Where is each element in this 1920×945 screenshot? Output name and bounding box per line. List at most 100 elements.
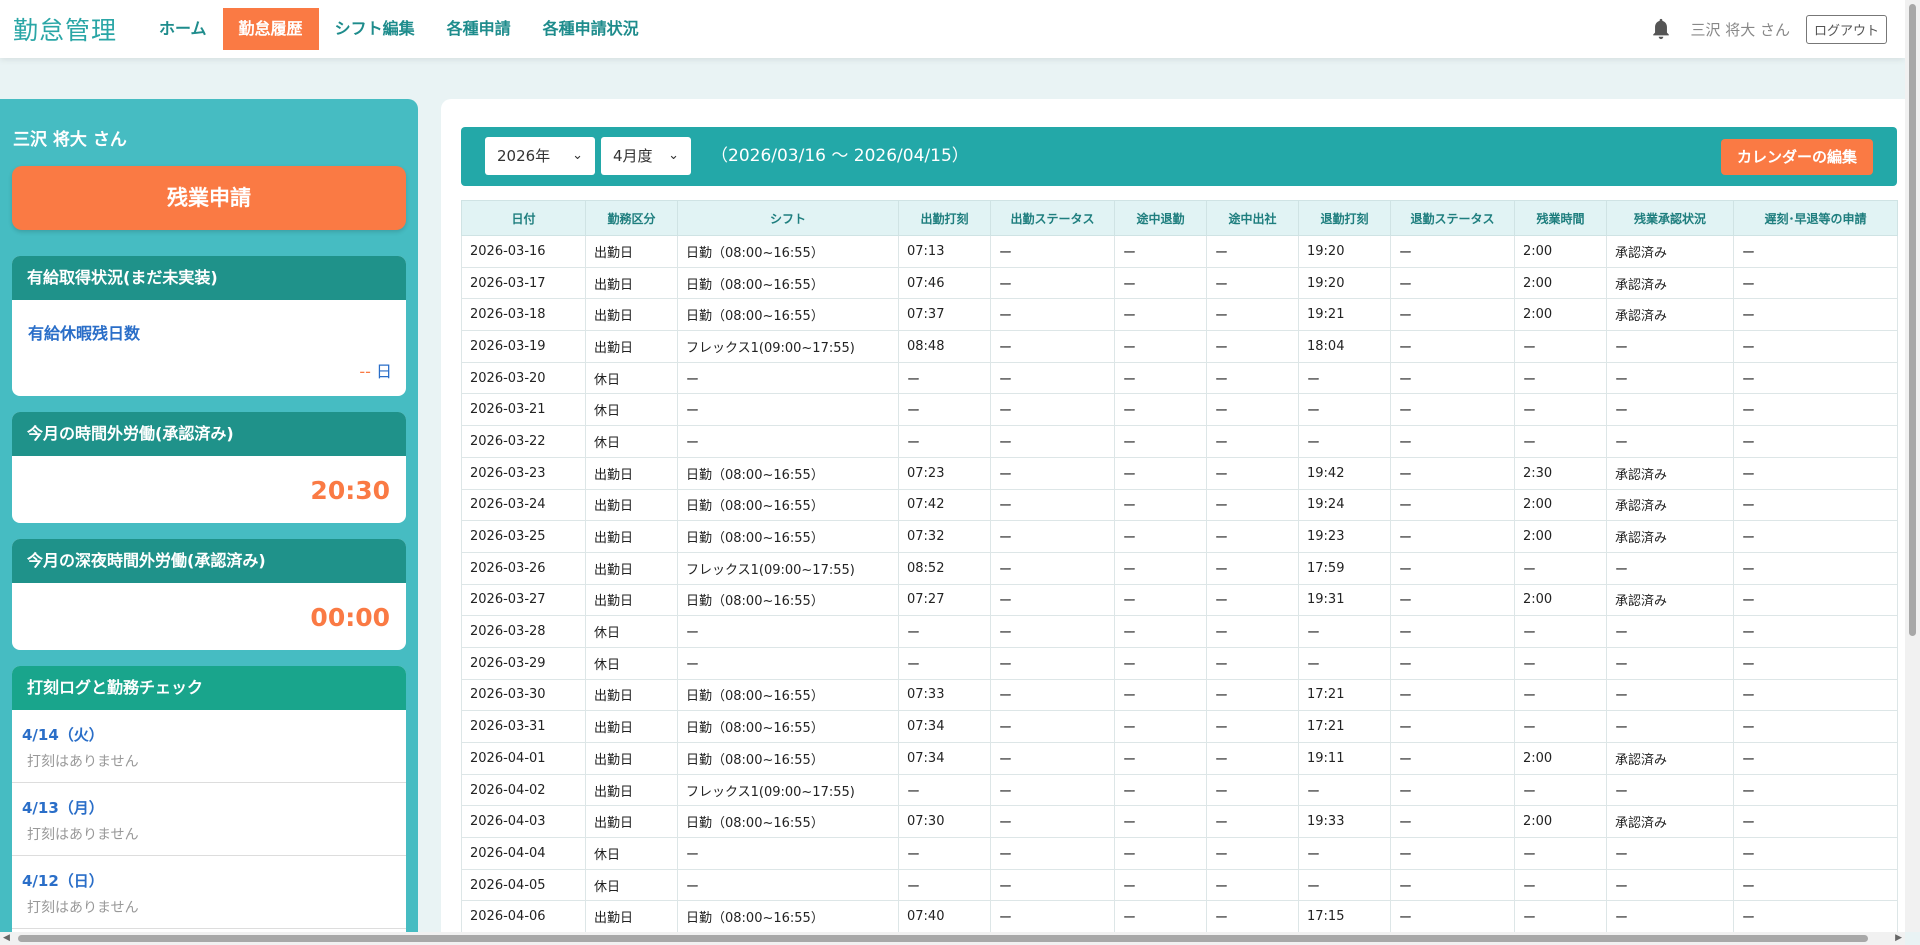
table-row[interactable]: 2026-03-30 出勤日 日勤（08:00~16:55） 07:33 ーーー 17:2… (461, 678, 1898, 712)
table-row[interactable]: 2026-04-01 出勤日 日勤（08:00~16:55） 07:34 ーーー 19:1… (461, 742, 1898, 775)
table-cell: ー (1733, 298, 1898, 332)
attendance-table: 日付 勤務区分 シフト 出勤打刻 出勤ステータス 途中退勤 途中出社 退勤打刻 退勤ステータス残… (461, 200, 1898, 934)
nav-application-status[interactable]: 各種申請状況 (527, 8, 655, 50)
table-cell: ー (1298, 361, 1391, 395)
table-cell: 2026-03-25 (461, 520, 586, 553)
table-cell: ー (1733, 425, 1898, 458)
table-cell: ー (1114, 456, 1207, 490)
table-row[interactable]: 2026-04-04 休日ーーーーーーーーーー (461, 837, 1898, 870)
table-row[interactable]: 2026-03-20 休日ーーーーーーーーーー (461, 361, 1898, 395)
table-cell: 2026-03-21 (461, 393, 586, 427)
table-cell: 2026-03-29 (461, 646, 586, 680)
table-cell: 出勤日 (585, 488, 678, 522)
table-row[interactable]: 2026-03-24 出勤日 日勤（08:00~16:55） 07:42 ーーー 19:2… (461, 488, 1898, 522)
horizontal-scroll-thumb[interactable] (18, 935, 1868, 942)
table-row[interactable]: 2026-04-02 出勤日 フレックス1(09:00~17:55) ーーーーーーーー… (461, 773, 1898, 807)
month-select-value: 4月度 (613, 147, 653, 165)
table-cell: ー (1733, 837, 1898, 870)
table-row[interactable]: 2026-04-03 出勤日 日勤（08:00~16:55） 07:30 ーーー 19:3… (461, 805, 1898, 839)
table-body: 2026-03-16 出勤日 日勤（08:00~16:55） 07:13 ーーー 19:2… (461, 235, 1898, 934)
table-cell: ー (1206, 520, 1299, 553)
table-cell: ー (898, 646, 991, 680)
table-cell: ー (1114, 551, 1207, 585)
table-cell: ー (1390, 742, 1515, 775)
logout-button[interactable]: ログアウト (1805, 14, 1887, 44)
table-cell: 08:48 (898, 330, 991, 363)
table-row[interactable]: 2026-04-05 休日ーーーーーーーーーー (461, 868, 1898, 902)
table-cell: ー (990, 805, 1115, 839)
table-cell: ー (1206, 266, 1299, 300)
vertical-scroll-thumb[interactable] (1909, 4, 1916, 636)
table-cell: ー (990, 298, 1115, 332)
year-select[interactable]: 2026年 ⌄ (485, 137, 595, 175)
table-row[interactable]: 2026-03-26 出勤日 フレックス1(09:00~17:55) 08:52 ーーー… (461, 551, 1898, 585)
paid-leave-days: -- 日 (359, 358, 392, 382)
table-row[interactable]: 2026-03-23 出勤日 日勤（08:00~16:55） 07:23 ーーー 19:4… (461, 456, 1898, 490)
table-cell: ー (1390, 646, 1515, 680)
table-cell: 17:21 (1298, 678, 1391, 712)
table-row[interactable]: 2026-03-25 出勤日 日勤（08:00~16:55） 07:32 ーーー 19:2… (461, 520, 1898, 553)
table-cell: ー (1390, 551, 1515, 585)
scroll-right-icon[interactable]: ▶ (1895, 932, 1902, 945)
bell-icon[interactable] (1650, 17, 1672, 41)
table-cell: ー (1514, 678, 1607, 712)
table-cell: ー (1606, 646, 1734, 680)
table-cell: 日勤（08:00~16:55） (677, 678, 899, 712)
table-cell: ー (1206, 710, 1299, 743)
table-cell: ー (1114, 837, 1207, 870)
table-cell: 日勤（08:00~16:55） (677, 456, 899, 490)
column-header: 途中退勤 (1114, 200, 1207, 236)
log-item[interactable]: 4/12（日） 打刻はありません (12, 856, 406, 929)
table-cell: 2026-03-24 (461, 488, 586, 522)
table-cell: ー (1606, 868, 1734, 902)
table-cell: 休日 (585, 425, 678, 458)
table-cell: 19:24 (1298, 488, 1391, 522)
table-cell: 出勤日 (585, 900, 678, 934)
table-row[interactable]: 2026-03-31 出勤日 日勤（08:00~16:55） 07:34 ーーー 17:2… (461, 710, 1898, 743)
table-row[interactable]: 2026-03-22 休日ーーーーーーーーーー (461, 425, 1898, 458)
nav-applications[interactable]: 各種申請 (431, 8, 527, 50)
column-header: 日付 (461, 200, 586, 236)
scroll-left-icon[interactable]: ◀ (3, 932, 10, 945)
month-select[interactable]: 4月度 ⌄ (601, 137, 691, 175)
table-cell: ー (990, 393, 1115, 427)
table-cell: ー (677, 425, 899, 458)
table-cell: ー (1390, 805, 1515, 839)
table-cell: 出勤日 (585, 710, 678, 743)
nav-home[interactable]: ホーム (143, 8, 223, 50)
table-cell: ー (1733, 456, 1898, 490)
table-cell: ー (1390, 900, 1515, 934)
log-item[interactable]: 4/13（月） 打刻はありません (12, 783, 406, 856)
table-row[interactable]: 2026-04-06 出勤日 日勤（08:00~16:55） 07:40 ーーー 17:1… (461, 900, 1898, 934)
table-row[interactable]: 2026-03-19 出勤日 フレックス1(09:00~17:55) 08:48 ーーー… (461, 330, 1898, 363)
table-row[interactable]: 2026-03-18 出勤日 日勤（08:00~16:55） 07:37 ーーー 19:2… (461, 298, 1898, 332)
vertical-scrollbar[interactable] (1905, 0, 1920, 932)
table-cell: ー (990, 551, 1115, 585)
table-cell: ー (1298, 646, 1391, 680)
table-row[interactable]: 2026-03-27 出勤日 日勤（08:00~16:55） 07:27 ーーー 19:3… (461, 583, 1898, 617)
paid-leave-title: 有給取得状況(まだ未実装) (12, 256, 406, 300)
table-cell: 出勤日 (585, 773, 678, 807)
table-cell: ー (1114, 646, 1207, 680)
table-cell: ー (990, 742, 1115, 775)
log-item[interactable]: 4/14（火） 打刻はありません (12, 710, 406, 783)
table-row[interactable]: 2026-03-17 出勤日 日勤（08:00~16:55） 07:46 ーーー 19:2… (461, 266, 1898, 300)
nav-shift-edit[interactable]: シフト編集 (319, 8, 431, 50)
overtime-month-card: 今月の時間外労働(承認済み) 20:30 (12, 412, 406, 523)
horizontal-scrollbar[interactable]: ◀ ▶ (0, 932, 1905, 945)
nav-attendance-history[interactable]: 勤怠履歴 (222, 8, 319, 50)
table-cell: 承認済み (1606, 520, 1734, 553)
table-row[interactable]: 2026-03-29 休日ーーーーーーーーーー (461, 646, 1898, 680)
table-cell: ー (1206, 646, 1299, 680)
brand-logo[interactable]: 勤怠管理 (13, 11, 117, 47)
overtime-request-button[interactable]: 残業申請 (12, 166, 406, 230)
table-cell: ー (1514, 710, 1607, 743)
table-row[interactable]: 2026-03-28 休日ーーーーーーーーーー (461, 615, 1898, 648)
table-cell: 承認済み (1606, 488, 1734, 522)
table-cell: 17:21 (1298, 710, 1391, 743)
table-cell: ー (1298, 393, 1391, 427)
table-row[interactable]: 2026-03-16 出勤日 日勤（08:00~16:55） 07:13 ーーー 19:2… (461, 235, 1898, 268)
edit-calendar-button[interactable]: カレンダーの編集 (1720, 139, 1873, 175)
table-row[interactable]: 2026-03-21 休日ーーーーーーーーーー (461, 393, 1898, 427)
table-cell: ー (1114, 583, 1207, 617)
